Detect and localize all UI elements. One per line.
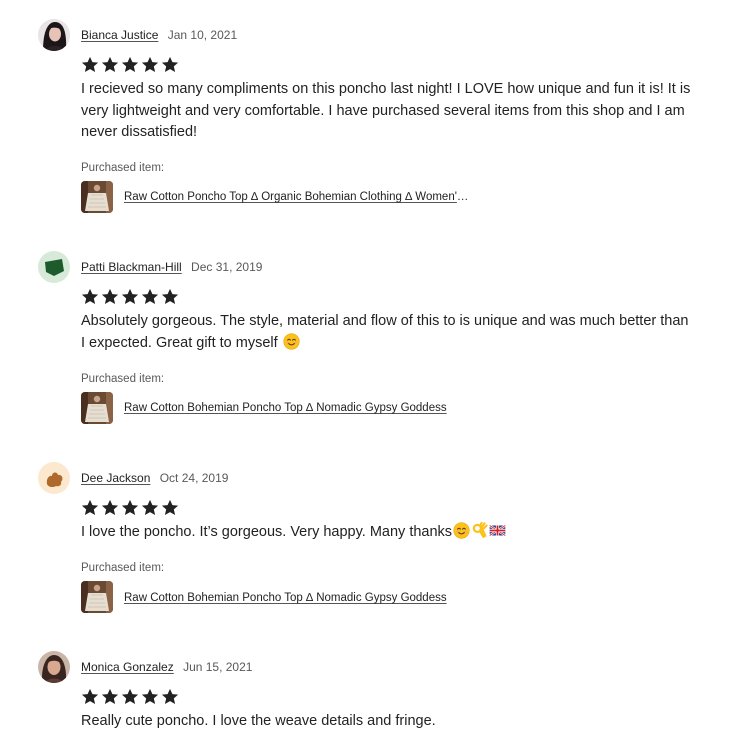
ok-hand-emoji-icon (472, 522, 488, 539)
star-icon (101, 56, 119, 73)
review-meta: Monica Gonzalez Jun 15, 2021 (81, 660, 252, 674)
poncho-photo-icon (81, 581, 113, 613)
review-meta: Bianca Justice Jan 10, 2021 (81, 28, 237, 42)
review-date: Jan 10, 2021 (167, 28, 238, 42)
purchased-item-label: Purchased item: (81, 562, 165, 574)
purchased-item-link[interactable]: Raw Cotton Poncho Top ∆ Organic Bohemian… (124, 190, 469, 204)
green-leaf-icon (38, 251, 70, 283)
purchased-item-label: Purchased item: (81, 373, 165, 385)
smiling-face-emoji-icon (453, 522, 470, 539)
purchased-item-label: Purchased item: (81, 162, 165, 174)
star-rating (81, 499, 179, 517)
star-icon (161, 288, 179, 305)
profile-photo-icon (38, 19, 70, 51)
review-text-body: I love the poncho. It’s gorgeous. Very h… (81, 524, 453, 540)
star-icon (81, 288, 99, 305)
star-rating (81, 688, 179, 706)
star-rating (81, 56, 179, 74)
review-text-body: Absolutely gorgeous. The style, material… (81, 313, 689, 351)
uk-flag-emoji-icon (489, 524, 506, 537)
reviewer-avatar[interactable] (38, 462, 70, 494)
star-icon (141, 288, 159, 305)
review-text: Really cute poncho. I love the weave det… (81, 713, 436, 729)
star-rating (81, 288, 179, 306)
review-date: Oct 24, 2019 (159, 471, 229, 485)
star-icon (101, 288, 119, 305)
star-icon (121, 288, 139, 305)
item-thumbnail[interactable] (81, 392, 113, 424)
review-meta: Dee Jackson Oct 24, 2019 (81, 471, 228, 485)
item-thumbnail[interactable] (81, 581, 113, 613)
star-icon (81, 499, 99, 516)
star-icon (121, 688, 139, 705)
brown-blob-icon (38, 462, 70, 494)
star-icon (101, 688, 119, 705)
reviewer-avatar[interactable] (38, 651, 70, 683)
review-text: I love the poncho. It’s gorgeous. Very h… (81, 522, 696, 544)
reviewer-avatar[interactable] (38, 19, 70, 51)
reviewer-name[interactable]: Monica Gonzalez (81, 660, 174, 674)
poncho-photo-icon (81, 392, 113, 424)
purchased-item-link[interactable]: Raw Cotton Bohemian Poncho Top ∆ Nomadic… (124, 401, 469, 415)
star-icon (141, 56, 159, 73)
reviewer-name[interactable]: Bianca Justice (81, 28, 158, 42)
star-icon (81, 56, 99, 73)
poncho-photo-icon (81, 181, 113, 213)
star-icon (81, 688, 99, 705)
smiling-face-emoji-icon (283, 332, 300, 350)
star-icon (161, 56, 179, 73)
reviewer-name[interactable]: Patti Blackman-Hill (81, 260, 182, 274)
star-icon (101, 499, 119, 516)
star-icon (141, 688, 159, 705)
reviewer-avatar[interactable] (38, 251, 70, 283)
star-icon (121, 499, 139, 516)
star-icon (161, 688, 179, 705)
star-icon (121, 56, 139, 73)
review-date: Jun 15, 2021 (183, 660, 253, 674)
review-meta: Patti Blackman-Hill Dec 31, 2019 (81, 260, 262, 274)
review-text: Absolutely gorgeous. The style, material… (81, 311, 696, 354)
review-date: Dec 31, 2019 (191, 260, 263, 274)
star-icon (161, 499, 179, 516)
profile-photo-icon (38, 651, 70, 683)
purchased-item-link[interactable]: Raw Cotton Bohemian Poncho Top ∆ Nomadic… (124, 591, 469, 605)
item-thumbnail[interactable] (81, 181, 113, 213)
reviewer-name[interactable]: Dee Jackson (81, 471, 150, 485)
review-text: I recieved so many compliments on this p… (81, 81, 691, 140)
star-icon (141, 499, 159, 516)
